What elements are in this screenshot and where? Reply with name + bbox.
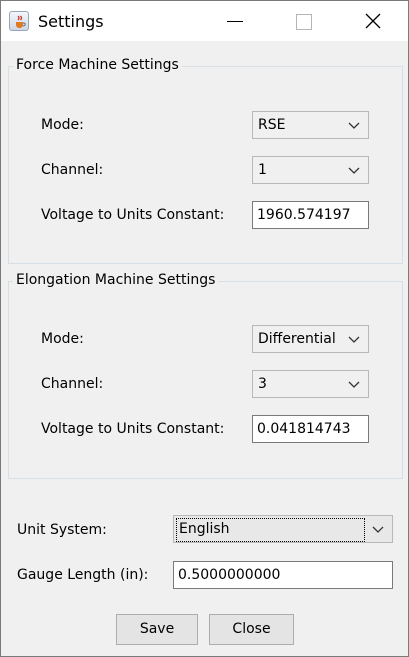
close-button[interactable]: Close bbox=[209, 614, 294, 645]
close-icon bbox=[365, 13, 381, 29]
force-mode-label: Mode: bbox=[41, 117, 84, 133]
unit-system-label: Unit System: bbox=[17, 522, 107, 538]
chevron-down-icon bbox=[348, 167, 360, 174]
chevron-down-icon bbox=[348, 122, 360, 129]
elongation-settings-legend: Elongation Machine Settings bbox=[13, 272, 219, 288]
chevron-down-icon bbox=[372, 526, 384, 533]
close-window-button[interactable] bbox=[350, 1, 396, 41]
window-title: Settings bbox=[38, 12, 104, 31]
force-settings-legend: Force Machine Settings bbox=[13, 57, 182, 73]
force-mode-select[interactable]: RSE bbox=[252, 111, 369, 139]
elongation-channel-label: Channel: bbox=[41, 376, 104, 392]
force-channel-label: Channel: bbox=[41, 162, 104, 178]
title-bar[interactable]: Settings bbox=[1, 1, 408, 41]
unit-system-select[interactable]: English bbox=[173, 515, 393, 543]
gauge-length-field[interactable]: 0.5000000000 bbox=[173, 561, 393, 589]
elongation-mode-label: Mode: bbox=[41, 331, 84, 347]
force-mode-value: RSE bbox=[258, 117, 286, 133]
chevron-down-icon bbox=[348, 336, 360, 343]
elongation-constant-field[interactable]: 0.041814743 bbox=[252, 415, 369, 443]
elongation-constant-label: Voltage to Units Constant: bbox=[41, 421, 225, 437]
minimize-button[interactable] bbox=[211, 1, 257, 41]
force-channel-value: 1 bbox=[258, 162, 267, 178]
save-button[interactable]: Save bbox=[116, 614, 198, 645]
gauge-length-label: Gauge Length (in): bbox=[17, 567, 149, 583]
elongation-channel-select[interactable]: 3 bbox=[252, 370, 369, 398]
elongation-constant-value: 0.041814743 bbox=[257, 421, 351, 437]
force-constant-value: 1960.574197 bbox=[257, 207, 351, 223]
elongation-mode-select[interactable]: Differential bbox=[252, 325, 369, 353]
force-channel-select[interactable]: 1 bbox=[252, 156, 369, 184]
elongation-mode-value: Differential bbox=[258, 331, 336, 347]
gauge-length-value: 0.5000000000 bbox=[178, 567, 281, 583]
elongation-channel-value: 3 bbox=[258, 376, 267, 392]
unit-system-value: English bbox=[179, 521, 230, 537]
force-constant-field[interactable]: 1960.574197 bbox=[252, 201, 369, 229]
maximize-button[interactable] bbox=[280, 1, 326, 41]
chevron-down-icon bbox=[348, 381, 360, 388]
java-coffee-cup-icon[interactable] bbox=[9, 11, 29, 31]
settings-window: Settings Force Machine Settings Mode: RS… bbox=[0, 0, 409, 657]
force-constant-label: Voltage to Units Constant: bbox=[41, 207, 225, 223]
